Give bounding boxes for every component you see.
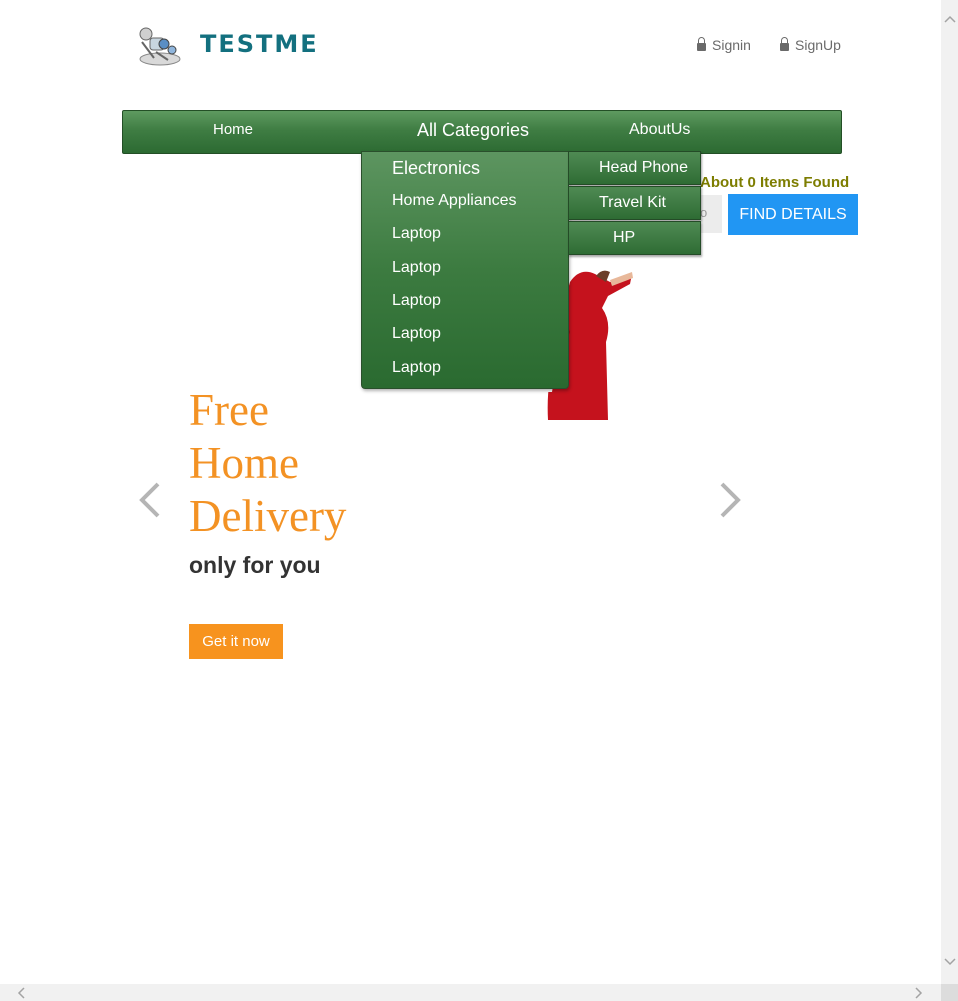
scrollbar-corner [941,984,958,1001]
hero-title-line: Home [189,438,299,488]
lock-icon [780,37,789,51]
main-navbar: Home All Categories AboutUs [122,110,842,154]
dropdown-item-electronics[interactable]: Electronics [392,158,480,179]
horizontal-scrollbar[interactable] [0,984,941,1001]
vertical-scrollbar[interactable] [941,0,958,984]
hero-title-line: Free [189,385,269,435]
nav-about-us[interactable]: AboutUs [629,111,690,153]
dropdown-item-home-appliances[interactable]: Home Appliances [392,192,517,210]
dropdown-item-laptop[interactable]: Laptop [392,359,441,377]
page: TESTME Signin SignUp Home All Categories… [0,0,941,984]
hero-title: Free Home Delivery [189,384,346,543]
scroll-left-icon[interactable] [16,987,26,999]
search-input-text: o [700,205,708,220]
find-details-button[interactable]: FIND DETAILS [728,194,858,235]
search-result-count: About 0 Items Found [700,174,850,191]
dropdown-item-laptop[interactable]: Laptop [392,325,441,343]
dropdown-item-laptop[interactable]: Laptop [392,259,441,277]
carousel-next-icon[interactable] [714,478,744,522]
get-it-now-button[interactable]: Get it now [189,624,283,659]
electronics-submenu: Head Phone Travel Kit HP [568,151,701,257]
nav-home[interactable]: Home [213,111,253,153]
brand-name: TESTME [200,30,319,58]
carousel-prev-icon[interactable] [136,478,166,522]
signin-label: Signin [712,37,751,53]
submenu-item-hp[interactable]: HP [568,221,701,255]
scroll-up-icon[interactable] [944,14,956,24]
hero-subtitle: only for you [189,552,321,578]
signin-link[interactable]: Signin [697,37,751,53]
scroll-down-icon[interactable] [944,957,956,967]
scroll-right-icon[interactable] [914,987,924,999]
lock-icon [697,37,706,51]
logo-image [139,27,181,66]
dropdown-item-laptop[interactable]: Laptop [392,225,441,243]
dropdown-item-laptop[interactable]: Laptop [392,292,441,310]
hero-title-line: Delivery [189,491,347,541]
nav-all-categories[interactable]: All Categories [417,111,529,153]
signup-link[interactable]: SignUp [780,37,841,53]
submenu-item-travel-kit[interactable]: Travel Kit [568,186,701,220]
categories-dropdown: Electronics Home Appliances Laptop Lapto… [361,151,569,389]
signup-label: SignUp [795,37,841,53]
submenu-item-head-phone[interactable]: Head Phone [568,151,701,185]
